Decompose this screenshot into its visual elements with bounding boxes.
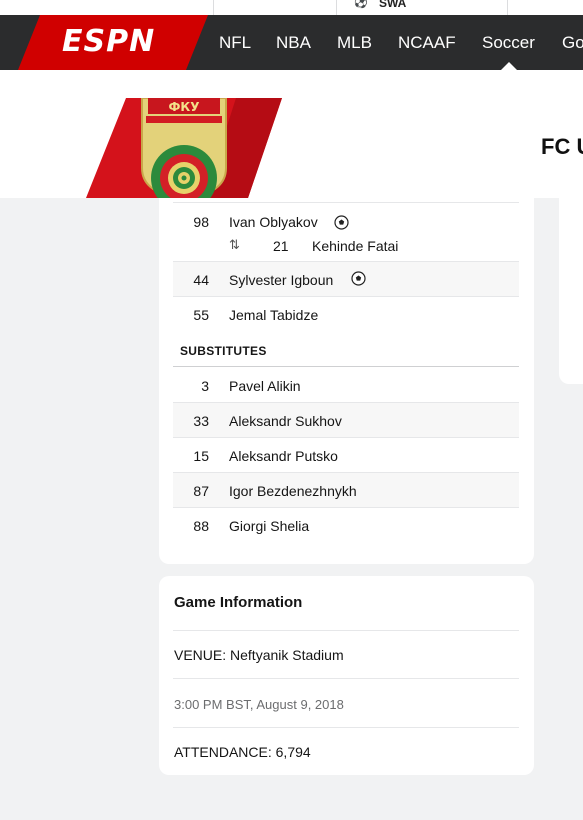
top-scores-strip: ⚽ SWA [0,0,583,16]
player-name[interactable]: Aleksandr Sukhov [229,413,342,429]
active-nav-indicator [501,62,517,70]
game-information-card: Game Information VENUE: Neftyanik Stadiu… [159,576,534,775]
nav-link-ncaaf[interactable]: NCAAF [398,33,456,53]
player-name[interactable]: Jemal Tabidze [229,307,318,323]
player-row: 87 Igor Bezdenezhnykh [173,473,519,508]
team-name[interactable]: FC U [541,134,583,160]
match-header: ФКУ FC U [0,98,583,198]
player-row: 3 Pavel Alikin [173,368,519,403]
logo-text: ESPN [62,24,156,59]
player-number: 3 [201,378,209,394]
nav-link-nba[interactable]: NBA [276,33,311,53]
espn-logo[interactable]: ESPN [18,15,208,70]
nav-link-nfl[interactable]: NFL [219,33,251,53]
nav-link-golf[interactable]: Go [562,33,583,53]
row-divider [173,678,519,679]
player-name[interactable]: Pavel Alikin [229,378,301,394]
section-divider [173,630,519,631]
main-nav-bar: ESPN NFL NBA MLB NCAAF Soccer Go [0,15,583,70]
nav-link-mlb[interactable]: MLB [337,33,372,53]
section-divider [173,366,519,367]
player-row: 33 Aleksandr Sukhov [173,403,519,438]
player-row: 44 Sylvester Igboun [173,262,519,297]
venue-text: VENUE: Neftyanik Stadium [174,647,344,663]
player-row: 15 Aleksandr Putsko [173,438,519,473]
soccer-ball-icon: ⚽ [354,0,368,9]
game-datetime: 3:00 PM BST, August 9, 2018 [174,697,344,712]
player-number: 87 [193,483,209,499]
player-number: 33 [193,413,209,429]
player-name[interactable]: Sylvester Igboun [229,272,333,288]
player-name[interactable]: Igor Bezdenezhnykh [229,483,357,499]
player-number: 88 [193,518,209,534]
row-divider [173,727,519,728]
substitution-arrows-icon: ⇅ [229,237,240,252]
player-name[interactable]: Ivan Oblyakov [229,214,318,230]
side-card [559,198,583,384]
soccer-ball-icon [334,215,349,230]
team-crest-icon: ФКУ [141,98,227,198]
player-row: 55 Jemal Tabidze [173,297,519,332]
sub-player-name[interactable]: Kehinde Fatai [312,238,398,254]
sub-navigation-bar [0,70,583,99]
sub-player-number: 21 [273,238,289,254]
strip-divider [213,0,214,15]
player-number: 98 [193,214,209,230]
team-abbr: SWA [379,0,407,10]
svg-text:ФКУ: ФКУ [169,100,200,114]
attendance-text: ATTENDANCE: 6,794 [174,744,311,760]
lineup-card: 98 Ivan Oblyakov ⇅ 21 Kehinde Fatai 44 S… [159,198,534,564]
scoreboard-tab-swa[interactable]: ⚽ SWA [336,0,508,15]
player-number: 15 [193,448,209,464]
player-number: 44 [193,272,209,288]
soccer-ball-icon [351,271,366,286]
player-name[interactable]: Aleksandr Putsko [229,448,338,464]
player-row: 88 Giorgi Shelia [173,508,519,543]
game-info-title: Game Information [174,594,303,611]
player-name[interactable]: Giorgi Shelia [229,518,309,534]
substitutes-heading: SUBSTITUTES [180,344,267,358]
nav-link-soccer[interactable]: Soccer [482,33,535,53]
player-row: 98 Ivan Oblyakov ⇅ 21 Kehinde Fatai [173,198,519,260]
player-number: 55 [193,307,209,323]
